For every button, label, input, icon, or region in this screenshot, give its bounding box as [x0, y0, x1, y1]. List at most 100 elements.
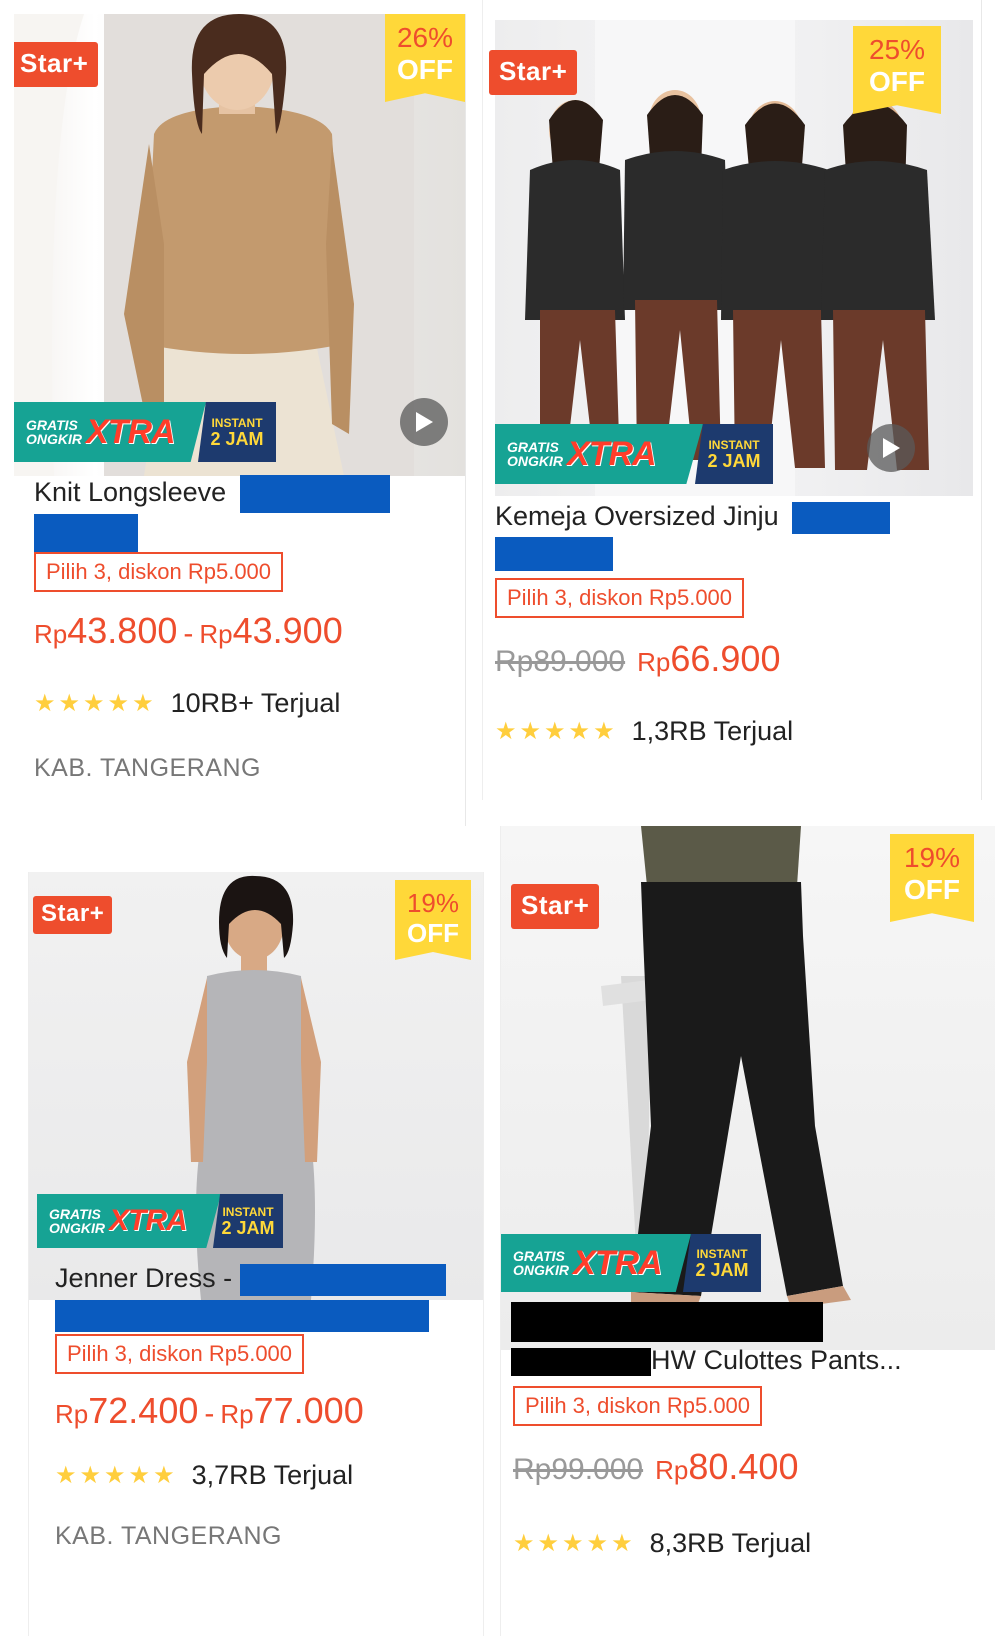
- product-photo[interactable]: Star+ 26% OFF GRATIS ONGKIR XTRA INSTANT…: [14, 14, 465, 476]
- redaction-block: [239, 1263, 446, 1296]
- price-min: 43.800: [67, 610, 178, 651]
- product-card-kemeja-oversized[interactable]: Star+ 25% OFF GRATIS ONGKIR XTRA INSTANT…: [482, 0, 982, 800]
- currency-label: Rp: [220, 1399, 254, 1429]
- ongkir-label: ONGKIR: [49, 1220, 105, 1236]
- gratis-ongkir-logo: GRATIS ONGKIR XTRA: [37, 1194, 221, 1248]
- product-title-text: Kemeja Oversized Jinju: [495, 501, 779, 531]
- original-price: Rp89.000: [495, 645, 626, 678]
- discount-badge: 25% OFF: [853, 26, 941, 114]
- instant-badge: INSTANT 2 JAM: [695, 424, 773, 484]
- xtra-label: XTRA: [567, 434, 657, 473]
- gratis-label: GRATIS: [513, 1248, 565, 1264]
- product-card-jenner-dress[interactable]: Star+ 19% OFF GRATIS ONGKIR XTRA INSTANT…: [28, 872, 484, 1636]
- gratis-label: GRATIS: [507, 439, 559, 455]
- product-card-knit-longsleeve[interactable]: Star+ 26% OFF GRATIS ONGKIR XTRA INSTANT…: [14, 14, 466, 826]
- two-hour-label: 2 JAM: [695, 1259, 749, 1280]
- product-card-hw-culottes[interactable]: Star+ 19% OFF GRATIS ONGKIR XTRA INSTANT…: [500, 826, 1000, 1636]
- bundle-promo-tag: Pilih 3, diskon Rp5.000: [55, 1334, 305, 1374]
- instant-label: INSTANT: [222, 1204, 274, 1219]
- gratis-ongkir-logo: GRATIS ONGKIR XTRA: [501, 1234, 691, 1292]
- rating-row: ★★★★★ 3,7RB Terjual: [55, 1460, 353, 1491]
- two-hour-label: 2 JAM: [221, 1217, 275, 1238]
- price-max: 43.900: [232, 610, 343, 651]
- discount-off-label: OFF: [904, 874, 960, 905]
- instant-badge: INSTANT 2 JAM: [683, 1234, 761, 1292]
- instant-label: INSTANT: [211, 415, 263, 430]
- bundle-promo-tag: Pilih 3, diskon Rp5.000: [34, 552, 284, 592]
- redaction-block: [511, 1347, 651, 1376]
- redaction-block: [792, 501, 891, 534]
- two-hour-label: 2 JAM: [210, 428, 264, 449]
- price-range: Rp43.800- Rp43.900: [34, 610, 343, 652]
- xtra-label: XTRA: [573, 1243, 663, 1282]
- price-dash: -: [204, 1397, 215, 1430]
- currency-label: Rp: [55, 1399, 89, 1429]
- redaction-block: [511, 1302, 823, 1342]
- sale-price: 80.400: [688, 1446, 799, 1487]
- currency-label: Rp: [34, 619, 68, 649]
- product-title[interactable]: HW Culottes Pants...: [511, 1302, 981, 1378]
- product-title[interactable]: Kemeja Oversized Jinju: [495, 498, 965, 571]
- price-max: 77.000: [253, 1390, 364, 1431]
- two-hour-label: 2 JAM: [707, 450, 761, 471]
- rating-row: ★★★★★ 1,3RB Terjual: [495, 716, 793, 747]
- price: Rp99.000 Rp80.400: [513, 1446, 798, 1488]
- product-title[interactable]: Jenner Dress -: [55, 1260, 465, 1332]
- product-title[interactable]: Knit Longsleeve: [34, 474, 454, 552]
- instant-badge: INSTANT 2 JAM: [213, 1194, 283, 1248]
- star-plus-badge: Star+: [14, 42, 99, 87]
- ongkir-label: ONGKIR: [26, 431, 82, 447]
- discount-percent: 19%: [406, 888, 460, 918]
- redaction-block: [55, 1299, 429, 1332]
- discount-off-label: OFF: [869, 66, 925, 97]
- xtra-label: XTRA: [109, 1204, 188, 1237]
- gratis-ongkir-xtra-banner: GRATIS ONGKIR XTRA INSTANT 2 JAM: [501, 1234, 761, 1292]
- rating-stars-icon: ★★★★★: [495, 718, 618, 745]
- product-title-text: HW Culottes Pants...: [651, 1345, 902, 1375]
- discount-badge: 19% OFF: [395, 880, 471, 960]
- gratis-label: GRATIS: [26, 417, 78, 433]
- price-range: Rp72.400- Rp77.000: [55, 1390, 364, 1432]
- rating-row: ★★★★★ 8,3RB Terjual: [513, 1528, 811, 1559]
- discount-badge: 26% OFF: [385, 14, 465, 102]
- star-plus-badge: Star+: [33, 896, 113, 934]
- gratis-ongkir-xtra-banner: GRATIS ONGKIR XTRA INSTANT 2 JAM: [14, 402, 276, 462]
- rating-stars-icon: ★★★★★: [55, 1462, 178, 1489]
- play-icon[interactable]: [867, 424, 915, 472]
- currency-label: Rp: [637, 647, 671, 677]
- discount-badge: 19% OFF: [890, 834, 974, 922]
- instant-label: INSTANT: [708, 437, 760, 452]
- discount-percent: 19%: [903, 842, 961, 873]
- gratis-ongkir-xtra-banner: GRATIS ONGKIR XTRA INSTANT 2 JAM: [495, 424, 773, 484]
- ongkir-label: ONGKIR: [507, 453, 563, 469]
- product-photo[interactable]: Star+ 19% OFF GRATIS ONGKIR XTRA INSTANT…: [29, 872, 483, 1300]
- shop-location: KAB. TANGERANG: [34, 754, 261, 782]
- sold-count: 3,7RB Terjual: [191, 1460, 354, 1490]
- currency-label: Rp: [655, 1455, 689, 1485]
- play-icon[interactable]: [400, 398, 448, 446]
- sold-count: 8,3RB Terjual: [649, 1528, 812, 1558]
- gratis-label: GRATIS: [49, 1206, 101, 1222]
- rating-stars-icon: ★★★★★: [513, 1530, 636, 1557]
- price: Rp89.000 Rp66.900: [495, 638, 780, 680]
- redaction-block: [495, 536, 613, 571]
- discount-percent: 25%: [868, 34, 926, 65]
- price-dash: -: [183, 617, 194, 650]
- rating-stars-icon: ★★★★★: [34, 690, 157, 717]
- gratis-ongkir-xtra-banner: GRATIS ONGKIR XTRA INSTANT 2 JAM: [37, 1194, 283, 1248]
- price-min: 72.400: [88, 1390, 199, 1431]
- ongkir-label: ONGKIR: [513, 1262, 569, 1278]
- original-price: Rp99.000: [513, 1453, 644, 1486]
- currency-label: Rp: [199, 619, 233, 649]
- sold-count: 10RB+ Terjual: [170, 688, 341, 718]
- rating-row: ★★★★★ 10RB+ Terjual: [34, 688, 340, 719]
- redaction-block: [34, 513, 138, 552]
- discount-off-label: OFF: [407, 918, 459, 948]
- discount-off-label: OFF: [397, 54, 453, 85]
- sold-count: 1,3RB Terjual: [631, 716, 794, 746]
- gratis-ongkir-logo: GRATIS ONGKIR XTRA: [495, 424, 703, 484]
- star-plus-badge: Star+: [511, 884, 600, 929]
- gratis-ongkir-logo: GRATIS ONGKIR XTRA: [14, 402, 206, 462]
- product-title-text: Jenner Dress -: [55, 1263, 233, 1293]
- bundle-promo-tag: Pilih 3, diskon Rp5.000: [513, 1386, 763, 1426]
